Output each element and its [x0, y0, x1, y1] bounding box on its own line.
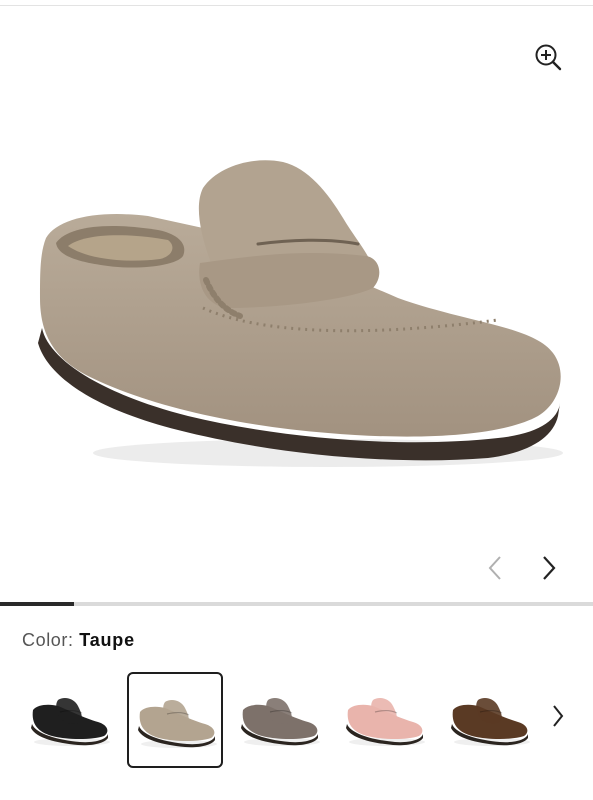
color-swatch[interactable]	[22, 672, 118, 768]
zoom-in-icon	[535, 44, 562, 71]
shoe-thumbnail	[346, 698, 425, 746]
shoe-thumbnail	[241, 698, 320, 746]
color-swatch[interactable]	[442, 672, 538, 768]
selected-color-name: Taupe	[79, 630, 135, 650]
color-swatch[interactable]	[127, 672, 223, 768]
color-label: Color:	[22, 630, 74, 650]
shoe-thumbnail	[31, 698, 110, 746]
shoe-thumbnail	[138, 700, 217, 748]
next-image-button[interactable]	[534, 551, 564, 585]
color-selection: Color: Taupe	[22, 630, 135, 651]
gallery-progress-fill	[0, 602, 75, 606]
chevron-right-icon	[543, 556, 556, 580]
product-image	[38, 160, 563, 467]
product-image-gallery[interactable]	[0, 6, 593, 598]
color-swatch-list	[0, 672, 593, 772]
shoe-thumbnail	[451, 698, 530, 746]
previous-image-button[interactable]	[480, 551, 510, 585]
chevron-right-icon	[553, 705, 564, 727]
color-swatch[interactable]	[232, 672, 328, 768]
chevron-left-icon	[488, 556, 501, 580]
swatch-scroll-next-button[interactable]	[540, 664, 580, 776]
color-swatch[interactable]	[337, 672, 433, 768]
zoom-button[interactable]	[531, 40, 567, 76]
gallery-progress-bar	[0, 602, 593, 606]
